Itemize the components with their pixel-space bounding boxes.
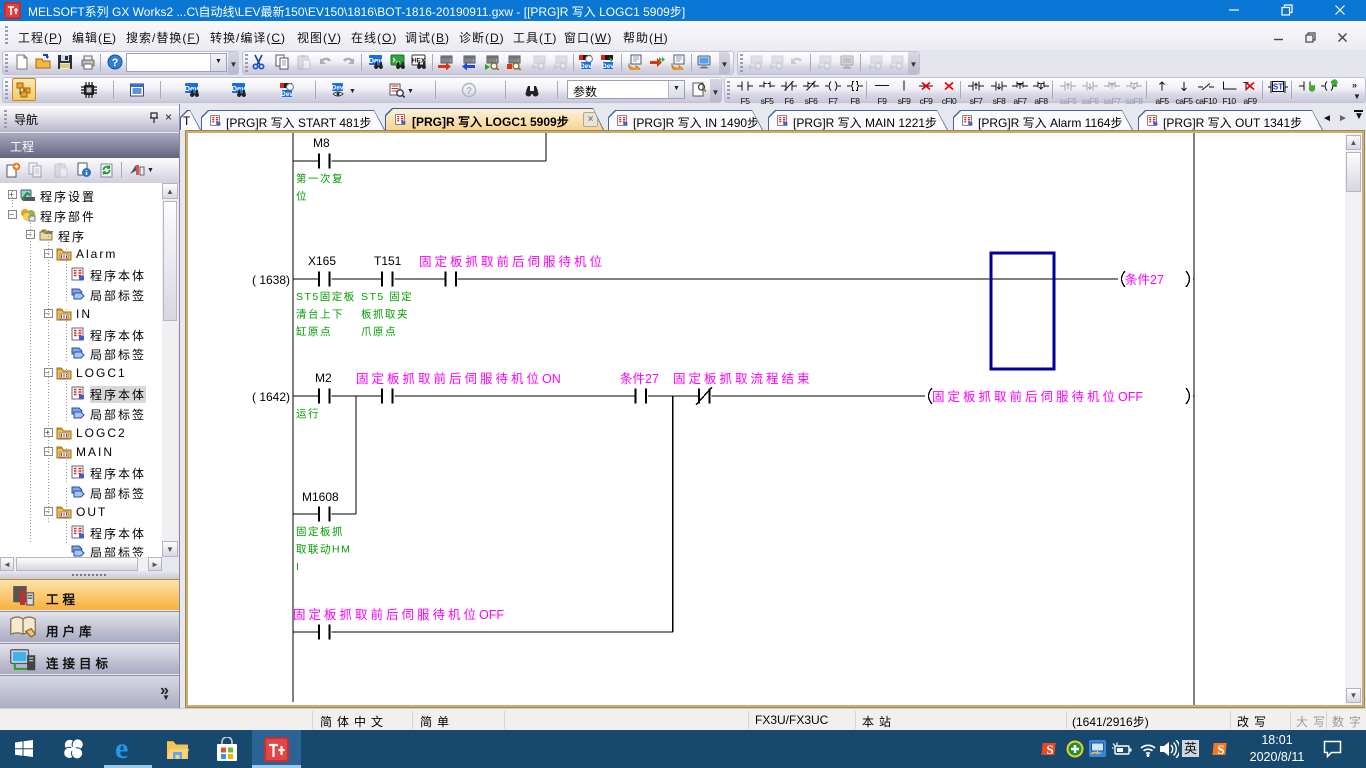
svg-text:固定板抓取前后伺服待机位ON: 固定板抓取前后伺服待机位ON: [356, 371, 561, 386]
svg-text:清台上下: 清台上下: [296, 308, 344, 321]
svg-text:条件27: 条件27: [1125, 273, 1164, 287]
svg-text:条件27: 条件27: [620, 372, 659, 386]
svg-text:( 1638): ( 1638): [252, 273, 290, 287]
svg-text:板抓取夹: 板抓取夹: [361, 308, 409, 321]
svg-text:爪原点: 爪原点: [361, 326, 397, 338]
svg-text:固定板抓: 固定板抓: [296, 525, 344, 538]
svg-text:固定板抓取前后伺服待机位OFF: 固定板抓取前后伺服待机位OFF: [293, 607, 504, 622]
svg-text:( 1642): ( 1642): [252, 390, 290, 404]
svg-text:固定板抓取前后伺服待机位: 固定板抓取前后伺服待机位: [419, 254, 605, 269]
svg-text:I: I: [296, 561, 300, 573]
svg-text:ST: ST: [1273, 83, 1283, 92]
svg-text:固定板抓取前后伺服待机位OFF: 固定板抓取前后伺服待机位OFF: [932, 389, 1143, 404]
svg-text:M2: M2: [315, 371, 332, 385]
svg-text:位: 位: [296, 190, 308, 203]
svg-text:M1608: M1608: [302, 490, 339, 504]
svg-text:固定板抓取流程结束: 固定板抓取流程结束: [673, 371, 813, 386]
svg-text:第一次复: 第一次复: [296, 172, 344, 185]
svg-text:S: S: [1046, 742, 1053, 757]
svg-text:缸原点: 缸原点: [296, 325, 332, 338]
svg-text:M8: M8: [313, 136, 330, 150]
svg-text:X165: X165: [308, 254, 336, 268]
svg-text:运行: 运行: [296, 407, 320, 420]
svg-text:ST5 固定: ST5 固定: [361, 290, 413, 303]
svg-text:T151: T151: [374, 254, 402, 268]
svg-text:取联动HM: 取联动HM: [296, 544, 351, 556]
svg-text:ST5固定板: ST5固定板: [296, 290, 356, 303]
